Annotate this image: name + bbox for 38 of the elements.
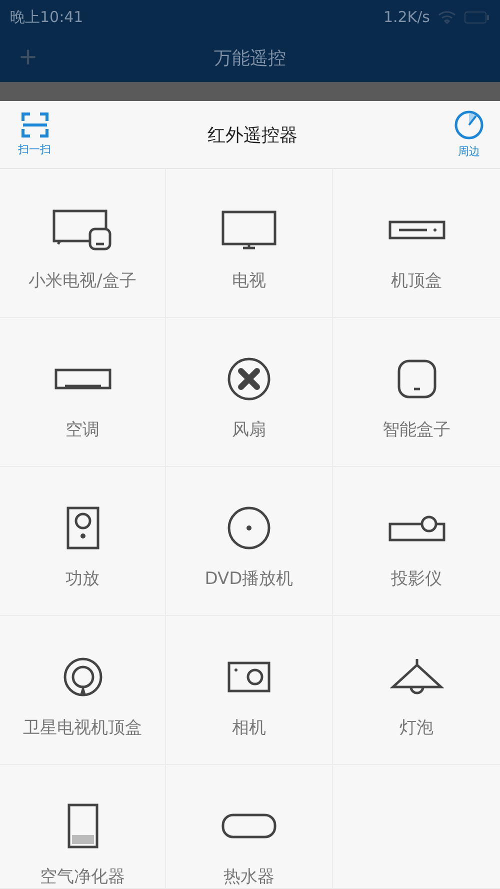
scan-button[interactable]: 扫一扫 xyxy=(18,112,51,158)
device-tile[interactable]: 功放 xyxy=(66,503,100,590)
air-purifier-icon xyxy=(66,803,98,850)
fan-icon xyxy=(227,357,271,402)
radar-icon xyxy=(454,110,484,140)
nearby-button[interactable]: 周边 xyxy=(454,110,484,160)
speaker-icon xyxy=(66,506,100,550)
device-tile[interactable]: 空气净化器 xyxy=(40,801,125,888)
projector-icon xyxy=(388,514,446,542)
device-tile[interactable]: DVD播放机 xyxy=(204,503,294,590)
device-tile[interactable]: 灯泡 xyxy=(390,652,444,740)
lamp-icon xyxy=(390,658,444,696)
device-tile[interactable]: 机顶盒 xyxy=(388,205,446,292)
device-tile[interactable]: 风扇 xyxy=(227,354,271,442)
scan-icon xyxy=(20,112,48,138)
device-tile[interactable]: 智能盒子 xyxy=(382,354,450,442)
camera-icon xyxy=(227,661,271,694)
device-tile[interactable]: 电视 xyxy=(221,205,277,292)
network-speed: 1.2K/s xyxy=(383,8,430,26)
satellite-dish-icon xyxy=(62,657,102,698)
water-heater-icon xyxy=(221,813,277,840)
app-title: 万能遥控 xyxy=(214,46,286,70)
smart-box-icon xyxy=(396,359,436,400)
device-tile[interactable]: 相机 xyxy=(227,652,271,740)
disc-icon xyxy=(226,506,271,550)
set-top-box-icon xyxy=(388,220,446,240)
device-tile[interactable]: 卫星电视机顶盒 xyxy=(23,652,142,740)
wifi-icon xyxy=(438,10,456,24)
air-conditioner-icon xyxy=(54,368,112,390)
device-tile[interactable]: 小米电视/盒子 xyxy=(28,205,136,292)
device-tile[interactable]: 热水器 xyxy=(221,801,277,888)
sheet-title: 红外遥控器 xyxy=(208,124,298,147)
tv-icon xyxy=(221,210,277,250)
tv-with-box-icon xyxy=(52,209,112,252)
device-tile[interactable]: 空调 xyxy=(54,354,112,442)
device-tile[interactable]: 投影仪 xyxy=(388,503,446,590)
battery-icon xyxy=(464,10,490,24)
status-time: 晚上10:41 xyxy=(10,8,84,27)
